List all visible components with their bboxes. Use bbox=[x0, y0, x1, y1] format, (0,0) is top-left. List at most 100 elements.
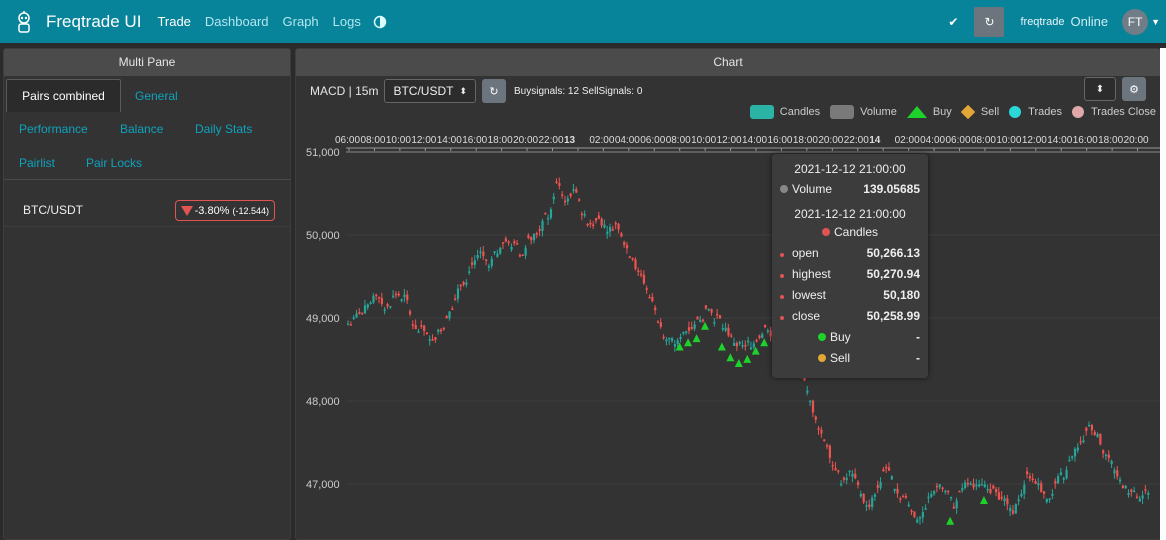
legend-candles[interactable]: Candles bbox=[749, 105, 820, 119]
candle bbox=[710, 309, 713, 313]
x-tick-label: 12:00 bbox=[717, 135, 742, 146]
candle bbox=[707, 309, 710, 311]
nav-trade[interactable]: Trade bbox=[157, 14, 190, 29]
candle bbox=[349, 324, 353, 326]
legend-volume[interactable]: Volume bbox=[830, 105, 897, 119]
chart-area[interactable]: 51,000 50,000 49,000 48,000 47,000 06:00 08:00… bbox=[296, 76, 1161, 540]
candle bbox=[704, 305, 708, 309]
legend-trades-close[interactable]: Trades Close bbox=[1071, 106, 1156, 118]
x-tick-label: 18:00 bbox=[488, 135, 513, 146]
candle bbox=[1068, 459, 1071, 462]
page-scrollbar[interactable] bbox=[1160, 48, 1166, 540]
tab-general[interactable]: General bbox=[135, 89, 178, 103]
candle bbox=[1051, 493, 1054, 496]
candle bbox=[828, 445, 831, 458]
pair-select[interactable]: BTC/USDT ⬍ bbox=[384, 79, 477, 103]
candle bbox=[1096, 433, 1099, 438]
buy-marker bbox=[701, 321, 710, 330]
chevron-down-icon[interactable]: ▼ bbox=[1151, 17, 1160, 27]
tab-balance[interactable]: Balance bbox=[120, 122, 163, 136]
candle bbox=[825, 445, 829, 447]
tab-daily-stats[interactable]: Daily Stats bbox=[195, 122, 252, 136]
candle bbox=[952, 506, 955, 509]
candle bbox=[673, 344, 677, 347]
x-tick-label: 08:00 bbox=[360, 135, 385, 146]
candle bbox=[744, 345, 747, 347]
candlestick-chart[interactable]: 51,00050,00049,00048,00047,00006:00 08:00… bbox=[296, 76, 1161, 540]
candle bbox=[1009, 508, 1012, 512]
candle bbox=[361, 313, 364, 315]
candle bbox=[369, 302, 372, 305]
brand-link[interactable]: Freqtrade UI bbox=[12, 10, 141, 34]
candle bbox=[927, 496, 930, 499]
candle bbox=[1000, 496, 1003, 499]
candle bbox=[1099, 433, 1102, 445]
legend-sell[interactable]: Sell bbox=[960, 104, 999, 120]
candle bbox=[761, 334, 764, 338]
x-tick-label: 16:00 bbox=[1073, 135, 1098, 146]
x-tick-label: 02:00 bbox=[895, 135, 920, 146]
candle bbox=[913, 511, 916, 517]
candle bbox=[431, 339, 434, 341]
refresh-button[interactable]: ↻ bbox=[974, 6, 1005, 37]
candle bbox=[606, 231, 609, 234]
buy-marker bbox=[734, 359, 743, 368]
select-arrows-icon: ⬍ bbox=[459, 85, 468, 96]
list-item[interactable]: BTC/USDT -3.80% (-12.544) bbox=[4, 194, 290, 227]
x-tick-label: 14:00 bbox=[1047, 135, 1072, 146]
candle bbox=[656, 321, 660, 324]
candle bbox=[524, 247, 527, 256]
candle bbox=[749, 347, 753, 350]
candle bbox=[465, 282, 468, 285]
theme-toggle-icon[interactable] bbox=[373, 15, 387, 29]
candle bbox=[1062, 478, 1065, 480]
nav-graph[interactable]: Graph bbox=[283, 14, 319, 29]
chart-settings-button[interactable]: ⚙ bbox=[1122, 77, 1146, 101]
candle bbox=[975, 484, 978, 487]
tooltip-sell-label: Sell bbox=[830, 350, 851, 365]
strategy-timeframe: MACD | 15m bbox=[310, 84, 379, 98]
candle bbox=[1144, 489, 1147, 491]
nav-logs[interactable]: Logs bbox=[333, 14, 361, 29]
candle bbox=[403, 294, 406, 297]
candle bbox=[617, 223, 620, 230]
x-tick-label: 06:00 bbox=[335, 135, 360, 146]
x-tick-label: 16:00 bbox=[767, 135, 792, 146]
candle bbox=[558, 183, 561, 186]
tab-pairlist[interactable]: Pairlist bbox=[19, 156, 55, 170]
chart-refresh-button[interactable]: ↻ bbox=[482, 79, 507, 103]
x-tick-label: 13 bbox=[564, 135, 576, 146]
candle bbox=[1141, 495, 1144, 499]
pair-name: BTC/USDT bbox=[23, 203, 83, 217]
candle bbox=[1073, 448, 1077, 457]
legend-label: Buy bbox=[932, 106, 952, 118]
avatar[interactable]: FT bbox=[1122, 8, 1149, 35]
x-tick-label: 10:00 bbox=[996, 135, 1021, 146]
nav-dashboard[interactable]: Dashboard bbox=[205, 14, 269, 29]
candle bbox=[665, 339, 668, 342]
candle bbox=[823, 439, 826, 442]
candle bbox=[848, 470, 851, 473]
tab-pairs-combined[interactable]: Pairs combined bbox=[6, 79, 121, 113]
tab-pair-locks[interactable]: Pair Locks bbox=[86, 156, 142, 170]
candle bbox=[671, 338, 674, 342]
tab-performance[interactable]: Performance bbox=[19, 122, 88, 136]
legend-trades[interactable]: Trades bbox=[1009, 106, 1062, 118]
x-tick-label: 14:00 bbox=[437, 135, 462, 146]
candle bbox=[989, 488, 992, 494]
candle bbox=[445, 316, 448, 319]
x-tick-label: 12:00 bbox=[1022, 135, 1047, 146]
candle bbox=[978, 484, 981, 487]
candle bbox=[918, 517, 922, 519]
legend-buy[interactable]: Buy bbox=[906, 106, 952, 118]
candle bbox=[738, 341, 741, 344]
candle bbox=[958, 490, 961, 493]
candle bbox=[1014, 503, 1017, 514]
tooltip-low-label: lowest bbox=[792, 287, 827, 302]
plot-config-select[interactable]: ⬍ bbox=[1084, 77, 1116, 101]
candle bbox=[682, 331, 685, 334]
x-tick-label: 06:00 bbox=[640, 135, 665, 146]
candle bbox=[1093, 431, 1096, 436]
candle bbox=[811, 400, 815, 413]
candle bbox=[1037, 483, 1040, 486]
